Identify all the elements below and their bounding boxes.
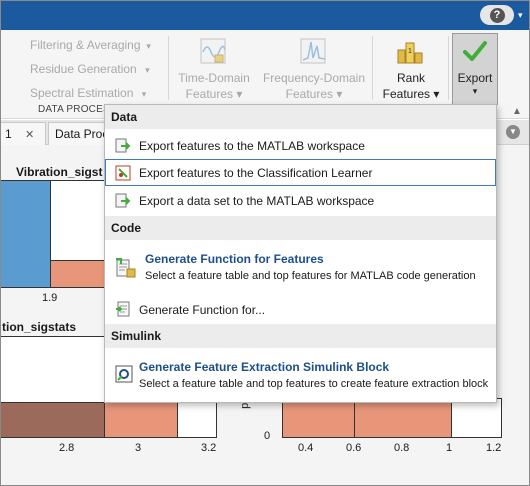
tab-label: Data Proc [55,127,109,141]
section-label-data-processing: DATA PROCES [38,104,110,115]
chevron-down-icon: ▾ [430,87,440,101]
residue-generation-button[interactable]: Residue Generation ▾ [30,62,150,76]
time-domain-icon [200,38,226,67]
chevron-down-icon: ▾ [136,89,147,99]
filtering-averaging-button[interactable]: Filtering & Averaging ▾ [30,38,151,52]
menu-item-export-to-classification-learner[interactable]: Export features to the Classification Le… [105,159,496,186]
tab-label: 1 [5,127,12,141]
export-button[interactable]: Export ▾ [452,33,498,105]
x-tick-label: 3.2 [201,442,217,454]
time-domain-features-button[interactable]: Time-Domain Features ▾ [172,70,256,102]
help-button[interactable]: ? [480,5,514,25]
filtering-averaging-label: Filtering & Averaging [30,38,141,52]
histogram-bar [50,260,108,288]
menu-item-label: Export a data set to the MATLAB workspac… [139,194,375,208]
rank-features-icon: 1 [396,38,424,67]
plot-title: Vibration_sigst [16,165,103,179]
histogram-bar [0,180,52,288]
spectral-estimation-button[interactable]: Spectral Estimation ▾ [30,86,146,100]
menu-item-generate-function-for[interactable]: Generate Function for... [105,295,496,323]
tab-feature-table[interactable]: 1 ✕ [0,122,46,145]
x-tick-label: 2.8 [59,442,75,454]
menu-item-title: Generate Feature Extraction Simulink Blo… [139,360,390,374]
menu-item-generate-simulink-block[interactable]: Generate Feature Extraction Simulink Blo… [105,351,496,399]
export-dataset-icon [115,193,131,212]
histogram-bar [282,398,356,438]
menu-section-code: Code [105,216,496,240]
menu-section-simulink: Simulink [105,324,496,348]
rank-features-button[interactable]: Rank Features ▾ [376,70,446,102]
generate-function-icon [115,257,137,282]
histogram-bar [0,402,106,438]
menu-item-title: Generate Function for Features [145,252,324,266]
chevron-down-icon: ▾ [333,87,343,101]
classification-learner-icon [115,165,131,184]
chevron-down-icon: ▾ [472,86,478,96]
x-tick-label: 0.6 [346,442,362,454]
menu-item-generate-function-for-features[interactable]: Generate Function for Features Select a … [105,243,496,291]
frequency-domain-line2: Features [285,87,333,101]
menu-item-label: Generate Function for... [139,303,266,317]
rank-line1: Rank [396,71,425,85]
time-domain-line1: Time-Domain [178,71,250,85]
title-bar [0,0,530,30]
rank-line2: Features [382,87,430,101]
menu-item-export-to-workspace[interactable]: Export features to the MATLAB workspace [105,132,496,160]
svg-text:1: 1 [408,48,412,55]
generate-code-icon [115,301,131,320]
chevron-down-icon: ▾ [233,87,243,101]
close-icon[interactable]: ✕ [25,129,34,141]
question-mark-icon: ? [489,7,505,23]
time-domain-line2: Features [185,87,233,101]
frequency-domain-line1: Frequency-Domain [262,71,366,85]
export-menu: Data Export features to the MATLAB works… [104,104,497,403]
collapse-toolstrip-icon[interactable]: ▲ [512,106,522,117]
help-dropdown-icon[interactable]: ▾ [518,10,523,21]
frequency-domain-features-button[interactable]: Frequency-Domain Features ▾ [260,70,368,102]
x-tick-label: 3 [135,442,142,454]
checkmark-icon [463,40,487,65]
menu-item-label: Export features to the Classification Le… [139,166,373,180]
spectral-estimation-label: Spectral Estimation [30,86,134,100]
y-tick-label: 0 [264,430,271,442]
menu-item-description: Select a feature table and top features … [139,378,489,390]
x-tick-label: 0.8 [394,442,410,454]
export-workspace-icon [115,138,131,157]
histogram-bar [354,398,452,438]
toolstrip-divider [372,36,373,100]
menu-item-description: Select a feature table and top features … [145,270,476,282]
toolstrip-divider [168,36,169,100]
menu-item-label: Export features to the MATLAB workspace [139,139,365,153]
histogram-bar [104,402,178,438]
x-tick-label: 0.4 [298,442,314,454]
x-tick-label: 1 [446,442,453,454]
export-label: Export [457,71,493,85]
chevron-down-icon: ▾ [143,41,151,51]
chevron-down-icon: ▾ [140,65,150,75]
x-tick-label: 1.9 [42,292,58,304]
residue-generation-label: Residue Generation [30,62,137,76]
frequency-domain-icon [300,38,326,67]
x-tick-label: 1.2 [486,442,502,454]
tab-options-icon[interactable]: ▼ [506,125,520,139]
plot-title: tion_sigstats [2,320,77,334]
toolstrip-divider [448,36,449,100]
menu-section-data: Data [105,105,496,129]
simulink-block-icon [115,365,133,386]
menu-item-export-dataset[interactable]: Export a data set to the MATLAB workspac… [105,187,496,215]
